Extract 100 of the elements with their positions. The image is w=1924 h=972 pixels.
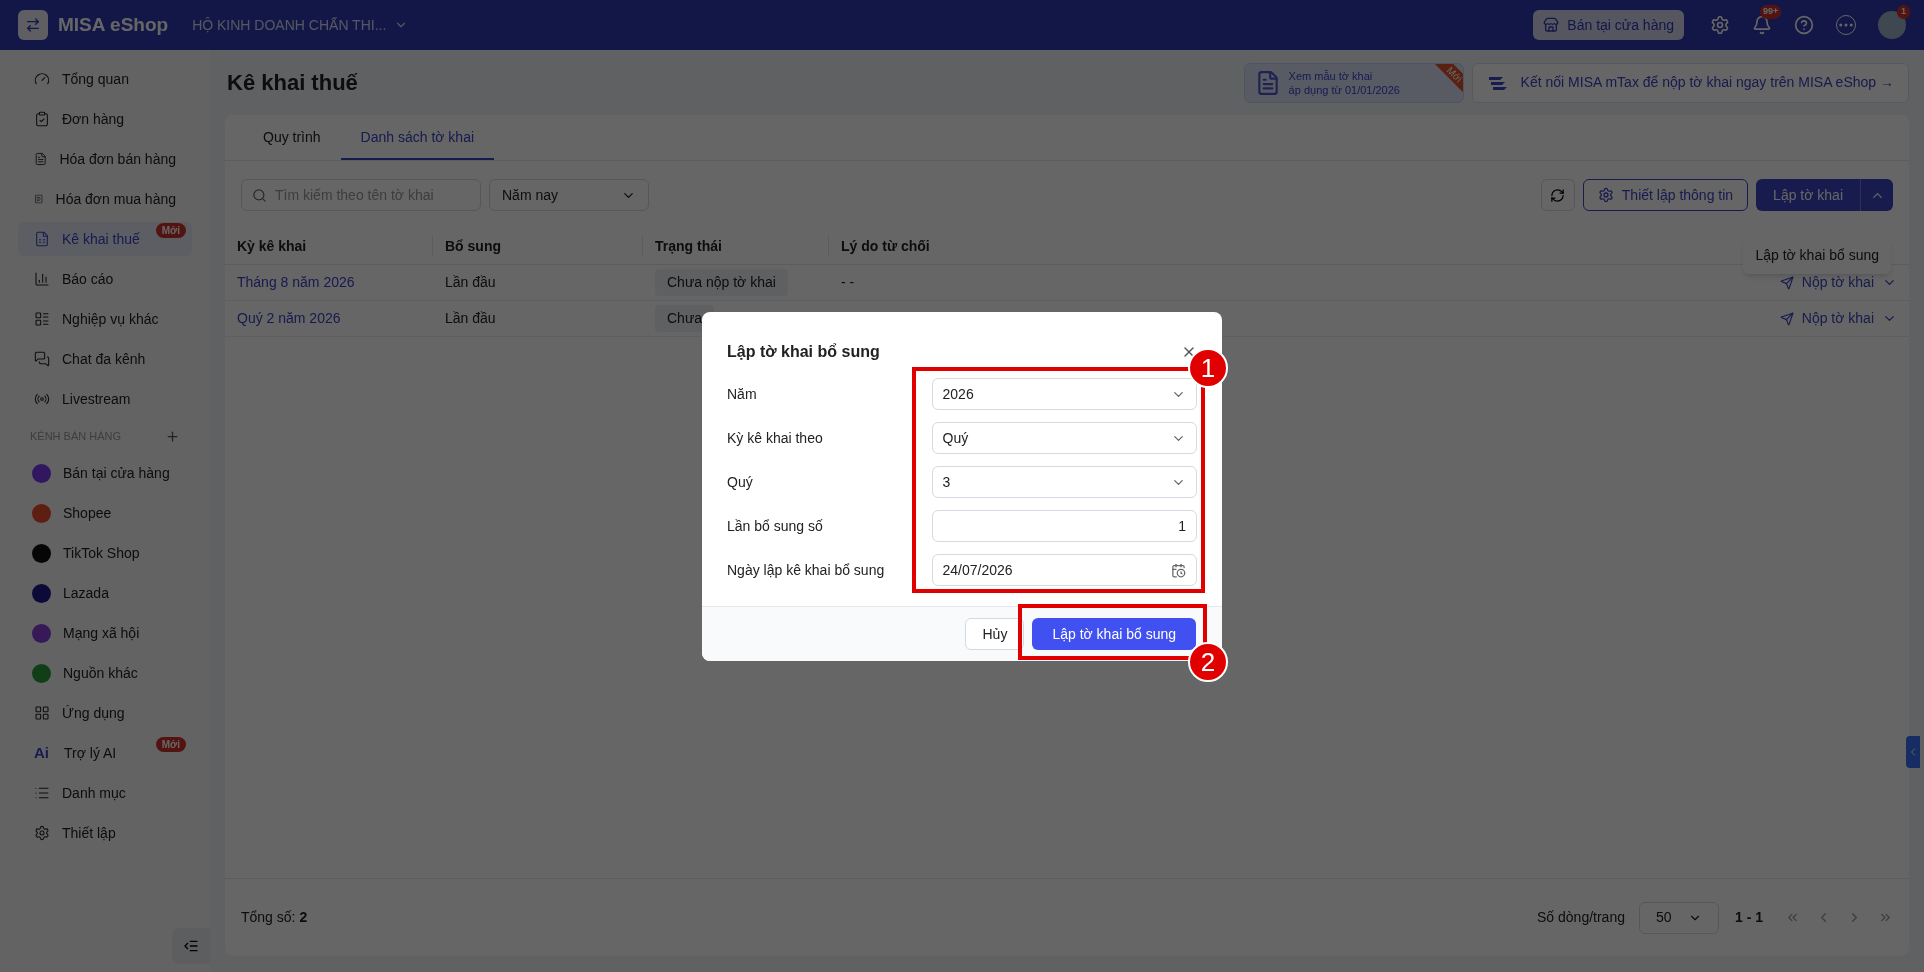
new-badge: Mới bbox=[155, 223, 186, 238]
field-label: Kỳ kê khai theo bbox=[727, 428, 824, 448]
rows-per-page-label: Số dòng/trang bbox=[1537, 908, 1625, 927]
menu-icon bbox=[34, 111, 50, 127]
channel-icon bbox=[32, 663, 51, 683]
menu-icon bbox=[34, 71, 50, 87]
channel-item[interactable]: Lazada bbox=[18, 576, 192, 610]
page-range: 1 - 1 bbox=[1735, 908, 1763, 927]
sidebar-item[interactable]: Chat đa kênh bbox=[18, 342, 192, 376]
panel-toggle-tab[interactable] bbox=[1906, 736, 1920, 768]
help-icon[interactable] bbox=[1794, 15, 1814, 35]
sidebar-item[interactable]: Thiết lập bbox=[18, 816, 192, 850]
menu-icon bbox=[34, 231, 50, 247]
promo-text: áp dụng từ 01/01/2026 bbox=[1288, 82, 1400, 97]
notification-badge: 99+ bbox=[1760, 5, 1782, 19]
tab[interactable]: Quy trình bbox=[243, 116, 341, 160]
store-icon bbox=[1543, 17, 1560, 33]
sidebar-item[interactable]: Danh mục bbox=[18, 776, 192, 810]
channel-item[interactable]: Bán tại cửa hàng bbox=[18, 456, 192, 490]
new-badge: Mới bbox=[155, 737, 186, 752]
number-field[interactable]: 1 bbox=[931, 510, 1197, 542]
ai-icon: Ai bbox=[34, 741, 52, 765]
collapse-icon bbox=[183, 938, 199, 954]
field-label: Năm bbox=[727, 384, 758, 404]
store-button[interactable]: Bán tại cửa hàng bbox=[1533, 10, 1684, 40]
cancel-button[interactable]: Hủy bbox=[965, 618, 1025, 650]
menu-icon bbox=[34, 351, 50, 367]
column-header: Bổ sung bbox=[433, 236, 643, 257]
submit-return-button[interactable]: Nộp tờ khai bbox=[1779, 272, 1874, 293]
channel-icon bbox=[32, 623, 51, 643]
avatar-badge: 1 bbox=[1897, 5, 1910, 19]
submit-return-button[interactable]: Nộp tờ khai bbox=[1779, 308, 1874, 329]
tab[interactable]: Danh sách tờ khai bbox=[340, 116, 495, 160]
create-button[interactable]: Lập tờ khai bbox=[1756, 179, 1861, 211]
menu-icon bbox=[34, 785, 50, 801]
menu-icon bbox=[34, 271, 50, 287]
field-label: Ngày lập kê khai bổ sung bbox=[727, 560, 886, 580]
notification-icon[interactable] bbox=[1752, 15, 1772, 35]
promo-banner[interactable]: Xem mẫu tờ khai áp dụng từ 01/01/2026 Mới bbox=[1243, 62, 1464, 103]
dialog-title: Lập tờ khai bổ sung bbox=[727, 342, 880, 362]
sidebar-item[interactable]: Kê khai thuế Mới bbox=[18, 222, 192, 256]
menu-icon bbox=[34, 311, 50, 327]
period-link[interactable]: Tháng 8 năm 2026 bbox=[225, 272, 433, 293]
logo-icon bbox=[18, 10, 48, 40]
menu-icon bbox=[34, 825, 50, 841]
channel-item[interactable]: TikTok Shop bbox=[18, 536, 192, 570]
sidebar-item[interactable]: Tổng quan bbox=[18, 62, 192, 96]
settings-icon[interactable] bbox=[1710, 15, 1730, 35]
sidebar-item[interactable]: Nghiệp vụ khác bbox=[18, 302, 192, 336]
collapse-sidebar-button[interactable] bbox=[172, 928, 210, 964]
table-cell-text: Lần đầu bbox=[444, 309, 497, 328]
store-selector[interactable]: HỘ KINH DOANH CHẤN THI... bbox=[192, 14, 409, 36]
sidebar-item[interactable]: Đơn hàng bbox=[18, 102, 192, 136]
channel-item[interactable]: Mạng xã hội bbox=[18, 616, 192, 650]
column-header: Trạng thái bbox=[643, 236, 829, 257]
menu-icon bbox=[34, 391, 50, 407]
channel-icon bbox=[32, 463, 51, 483]
page-title: Kê khai thuế bbox=[227, 69, 358, 97]
sidebar-item[interactable]: Livestream bbox=[18, 382, 192, 416]
column-header: Kỳ kê khai bbox=[225, 236, 433, 257]
connect-banner[interactable]: Kết nối MISA mTax để nộp tờ khai ngay trên MISA eShop → bbox=[1471, 62, 1909, 103]
select-field[interactable]: Quý bbox=[931, 422, 1197, 454]
select-field[interactable]: 3 bbox=[931, 466, 1197, 498]
field-label: Lần bổ sung số bbox=[727, 516, 824, 536]
logo-text: MISA eShop bbox=[58, 12, 169, 37]
submit-button[interactable]: Lập tờ khai bổ sung bbox=[1032, 618, 1196, 650]
table-cell-text: Lần đầu bbox=[444, 273, 497, 292]
settings-icon bbox=[1597, 187, 1614, 203]
menu-icon bbox=[34, 705, 50, 721]
period-dropdown[interactable]: Năm nay bbox=[489, 179, 649, 211]
total-count: Tổng số: 2 bbox=[241, 908, 308, 927]
select-field[interactable]: 2026 bbox=[931, 378, 1197, 410]
sidebar-item[interactable]: Hóa đơn mua hàng bbox=[18, 182, 192, 216]
table-cell-text: - - bbox=[840, 273, 856, 292]
calendar-icon bbox=[1171, 562, 1186, 578]
column-header: Lý do từ chối bbox=[840, 237, 931, 256]
date-field[interactable]: 24/07/2026 bbox=[931, 554, 1197, 586]
send-icon bbox=[1779, 275, 1794, 290]
field-label: Quý bbox=[727, 472, 754, 492]
refresh-icon bbox=[1550, 187, 1566, 203]
dropdown-menu-item[interactable]: Lập tờ khai bổ sung bbox=[1743, 237, 1891, 274]
sidebar-item[interactable]: Hóa đơn bán hàng bbox=[18, 142, 192, 176]
refresh-button[interactable] bbox=[1540, 179, 1575, 211]
sidebar-item[interactable]: Ứng dụng bbox=[18, 696, 192, 730]
channel-item[interactable]: Nguồn khác bbox=[18, 656, 192, 690]
menu-icon bbox=[34, 191, 44, 207]
page-size-dropdown[interactable]: 50 bbox=[1639, 901, 1719, 934]
search-icon bbox=[252, 187, 267, 203]
period-link[interactable]: Quý 2 năm 2026 bbox=[225, 308, 433, 329]
send-icon bbox=[1779, 311, 1794, 326]
status-tag: Chưa nộp tờ khai bbox=[655, 269, 788, 296]
sidebar-item[interactable]: Ai Trợ lý AI Mới bbox=[18, 736, 192, 770]
channel-item[interactable]: Shopee bbox=[18, 496, 192, 530]
channel-icon bbox=[32, 583, 51, 603]
sidebar-item[interactable]: Báo cáo bbox=[18, 262, 192, 296]
menu-icon bbox=[34, 151, 48, 167]
add-icon[interactable] bbox=[165, 428, 180, 444]
promo-text: Xem mẫu tờ khai bbox=[1288, 68, 1374, 83]
channel-icon bbox=[32, 503, 51, 523]
settings-info-button[interactable]: Thiết lập thông tin bbox=[1582, 179, 1749, 211]
